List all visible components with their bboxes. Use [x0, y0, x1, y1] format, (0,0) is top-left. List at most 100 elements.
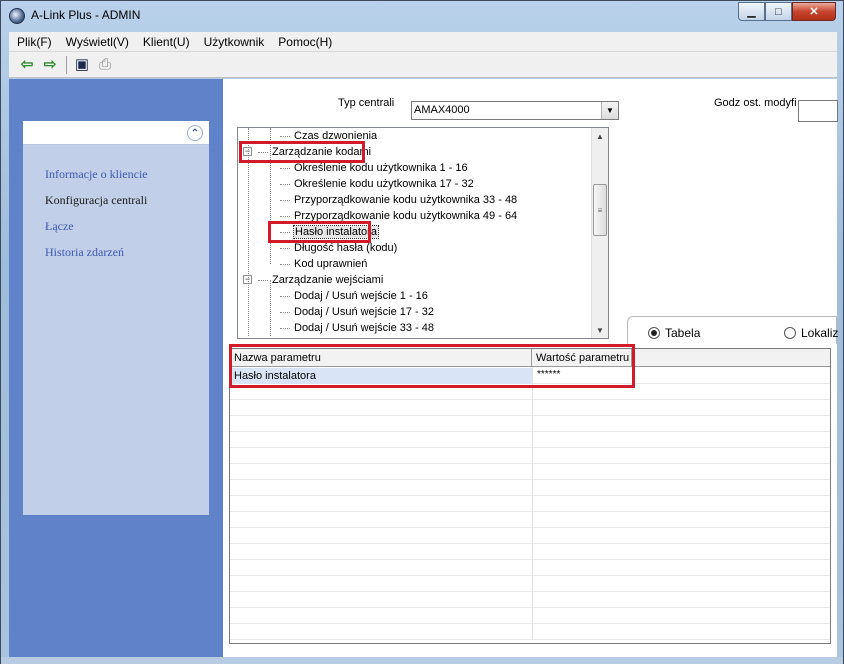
column-divider: [532, 416, 533, 432]
table-row[interactable]: [230, 448, 830, 464]
app-logo-icon: [9, 8, 25, 24]
table-row[interactable]: [230, 416, 830, 432]
radio-empty-icon: [784, 327, 796, 339]
tree-scrollbar[interactable]: ▲ ≡ ▼: [591, 128, 608, 338]
print-icon[interactable]: ⎙: [95, 55, 115, 75]
column-divider: [532, 448, 533, 464]
toolbar-separator: [66, 55, 67, 74]
main-panel: Typ centrali AMAX4000 ▼ Godz ost. modyfi…: [223, 79, 838, 657]
radio-tabela[interactable]: Tabela: [648, 326, 700, 340]
menu-bar: Plik(F) Wyświetl(V) Klient(U) Użytkownik…: [9, 32, 837, 52]
tree-item[interactable]: Zarządzanie wejściami: [258, 272, 383, 288]
table-row[interactable]: [230, 576, 830, 592]
tree-item-label: Kod uprawnień: [294, 258, 368, 270]
tree-item-label: Dodaj / Usuń wejście 33 - 48: [294, 322, 435, 334]
menu-plik[interactable]: Plik(F): [9, 35, 59, 49]
maximize-button[interactable]: □: [765, 2, 792, 21]
typ-centrali-select[interactable]: AMAX4000 ▼: [411, 101, 619, 120]
menu-uzytkownik[interactable]: Użytkownik: [197, 35, 272, 49]
sidebar-panel: ⌃ Informacje o kliencie Konfiguracja cen…: [23, 121, 209, 515]
tree-connector: [280, 327, 290, 329]
tree-item[interactable]: Dodaj / Usuń wejście 33 - 48: [280, 320, 434, 336]
collapse-icon[interactable]: ⌃: [187, 125, 203, 141]
tree-item-label: Określenie kodu użytkownika 17 - 32: [294, 178, 474, 190]
column-divider: [532, 560, 533, 576]
radio-lokalizacja[interactable]: Lokaliz: [784, 326, 838, 340]
table-row[interactable]: [230, 496, 830, 512]
tree-item[interactable]: Przyporządkowanie kodu użytkownika 33 - …: [280, 192, 517, 208]
radio-selected-icon: [648, 327, 660, 339]
minimize-button[interactable]: ▁: [738, 2, 765, 21]
table-row[interactable]: [230, 528, 830, 544]
godz-input[interactable]: [798, 100, 838, 122]
table-row[interactable]: [230, 624, 830, 640]
column-divider: [532, 528, 533, 544]
tree-connector: [280, 199, 290, 201]
highlight-box-zarzadzanie: [239, 141, 365, 163]
maximize-icon: □: [775, 5, 782, 18]
radio-lokal-label: Lokaliz: [801, 326, 839, 340]
sidebar: ⌃ Informacje o kliencie Konfiguracja cen…: [9, 79, 223, 657]
scroll-thumb[interactable]: ≡: [593, 184, 607, 236]
minimize-icon: ▁: [747, 6, 756, 18]
menu-pomoc[interactable]: Pomoc(H): [271, 35, 339, 49]
column-divider: [532, 480, 533, 496]
column-divider: [532, 576, 533, 592]
column-divider: [532, 592, 533, 608]
table-row[interactable]: [230, 608, 830, 624]
table-row[interactable]: [230, 544, 830, 560]
tree-item[interactable]: Dodaj / Usuń wejście 17 - 32: [280, 304, 434, 320]
status-bar: [1, 657, 843, 664]
tree-item[interactable]: Dodaj / Usuń wejście 1 - 16: [280, 288, 428, 304]
column-divider: [532, 608, 533, 624]
tree-connector: [258, 279, 268, 281]
column-divider: [532, 464, 533, 480]
tree-item-label: Dodaj / Usuń wejście 1 - 16: [294, 290, 428, 302]
tree-item-label: Długość hasła (kodu): [294, 242, 398, 254]
typ-centrali-label: Typ centrali: [338, 97, 395, 109]
table-row[interactable]: [230, 464, 830, 480]
view-tabstrip: Tabela Lokaliz: [627, 316, 838, 344]
table-row[interactable]: [230, 400, 830, 416]
table-row[interactable]: [230, 432, 830, 448]
scroll-down-icon[interactable]: ▼: [592, 322, 608, 338]
highlight-box-grid: [229, 344, 635, 388]
forward-icon[interactable]: ⇨: [40, 55, 60, 75]
sidebar-item-informacje[interactable]: Informacje o kliencie: [45, 167, 148, 182]
tree-guide-line: [270, 280, 271, 336]
back-icon[interactable]: ⇦: [17, 55, 37, 75]
window-controls: ▁ □ ✕: [738, 2, 836, 22]
tree-connector: [280, 183, 290, 185]
column-divider: [532, 544, 533, 560]
sidebar-item-konfiguracja[interactable]: Konfiguracja centrali: [45, 193, 147, 208]
close-button[interactable]: ✕: [792, 2, 836, 21]
parameter-grid: Nazwa parametru Wartość parametru Hasło …: [229, 348, 831, 644]
toolbar: ⇦ ⇨ ▣ ⎙: [9, 52, 837, 78]
sidebar-item-lacze[interactable]: Łącze: [45, 219, 74, 234]
tree-connector: [280, 167, 290, 169]
save-icon[interactable]: ▣: [72, 55, 92, 75]
table-row[interactable]: [230, 592, 830, 608]
menu-klient[interactable]: Klient(U): [136, 35, 197, 49]
tree-connector: [280, 135, 290, 137]
tree-item-label: Zarządzanie wejściami: [272, 274, 384, 286]
title-bar[interactable]: A-Link Plus - ADMIN ▁ □ ✕: [1, 1, 843, 33]
column-divider: [532, 624, 533, 640]
sidebar-item-historia[interactable]: Historia zdarzeń: [45, 245, 124, 260]
menu-wyswietl[interactable]: Wyświetl(V): [59, 35, 136, 49]
table-row[interactable]: [230, 512, 830, 528]
scroll-up-icon[interactable]: ▲: [592, 128, 608, 144]
chevron-down-icon[interactable]: ▼: [601, 102, 618, 119]
table-row[interactable]: [230, 480, 830, 496]
app-window: A-Link Plus - ADMIN ▁ □ ✕ Plik(F) Wyświe…: [0, 0, 844, 664]
client-area: ⌃ Informacje o kliencie Konfiguracja cen…: [9, 79, 838, 657]
tree-connector: [280, 295, 290, 297]
close-icon: ✕: [809, 6, 819, 18]
window-title: A-Link Plus - ADMIN: [31, 8, 141, 22]
tree-connector: [280, 215, 290, 217]
tree-item[interactable]: Określenie kodu użytkownika 17 - 32: [280, 176, 474, 192]
tree-item[interactable]: Kod uprawnień: [280, 256, 367, 272]
radio-tabela-label: Tabela: [665, 326, 701, 340]
sidebar-panel-header: ⌃: [23, 121, 209, 145]
table-row[interactable]: [230, 560, 830, 576]
